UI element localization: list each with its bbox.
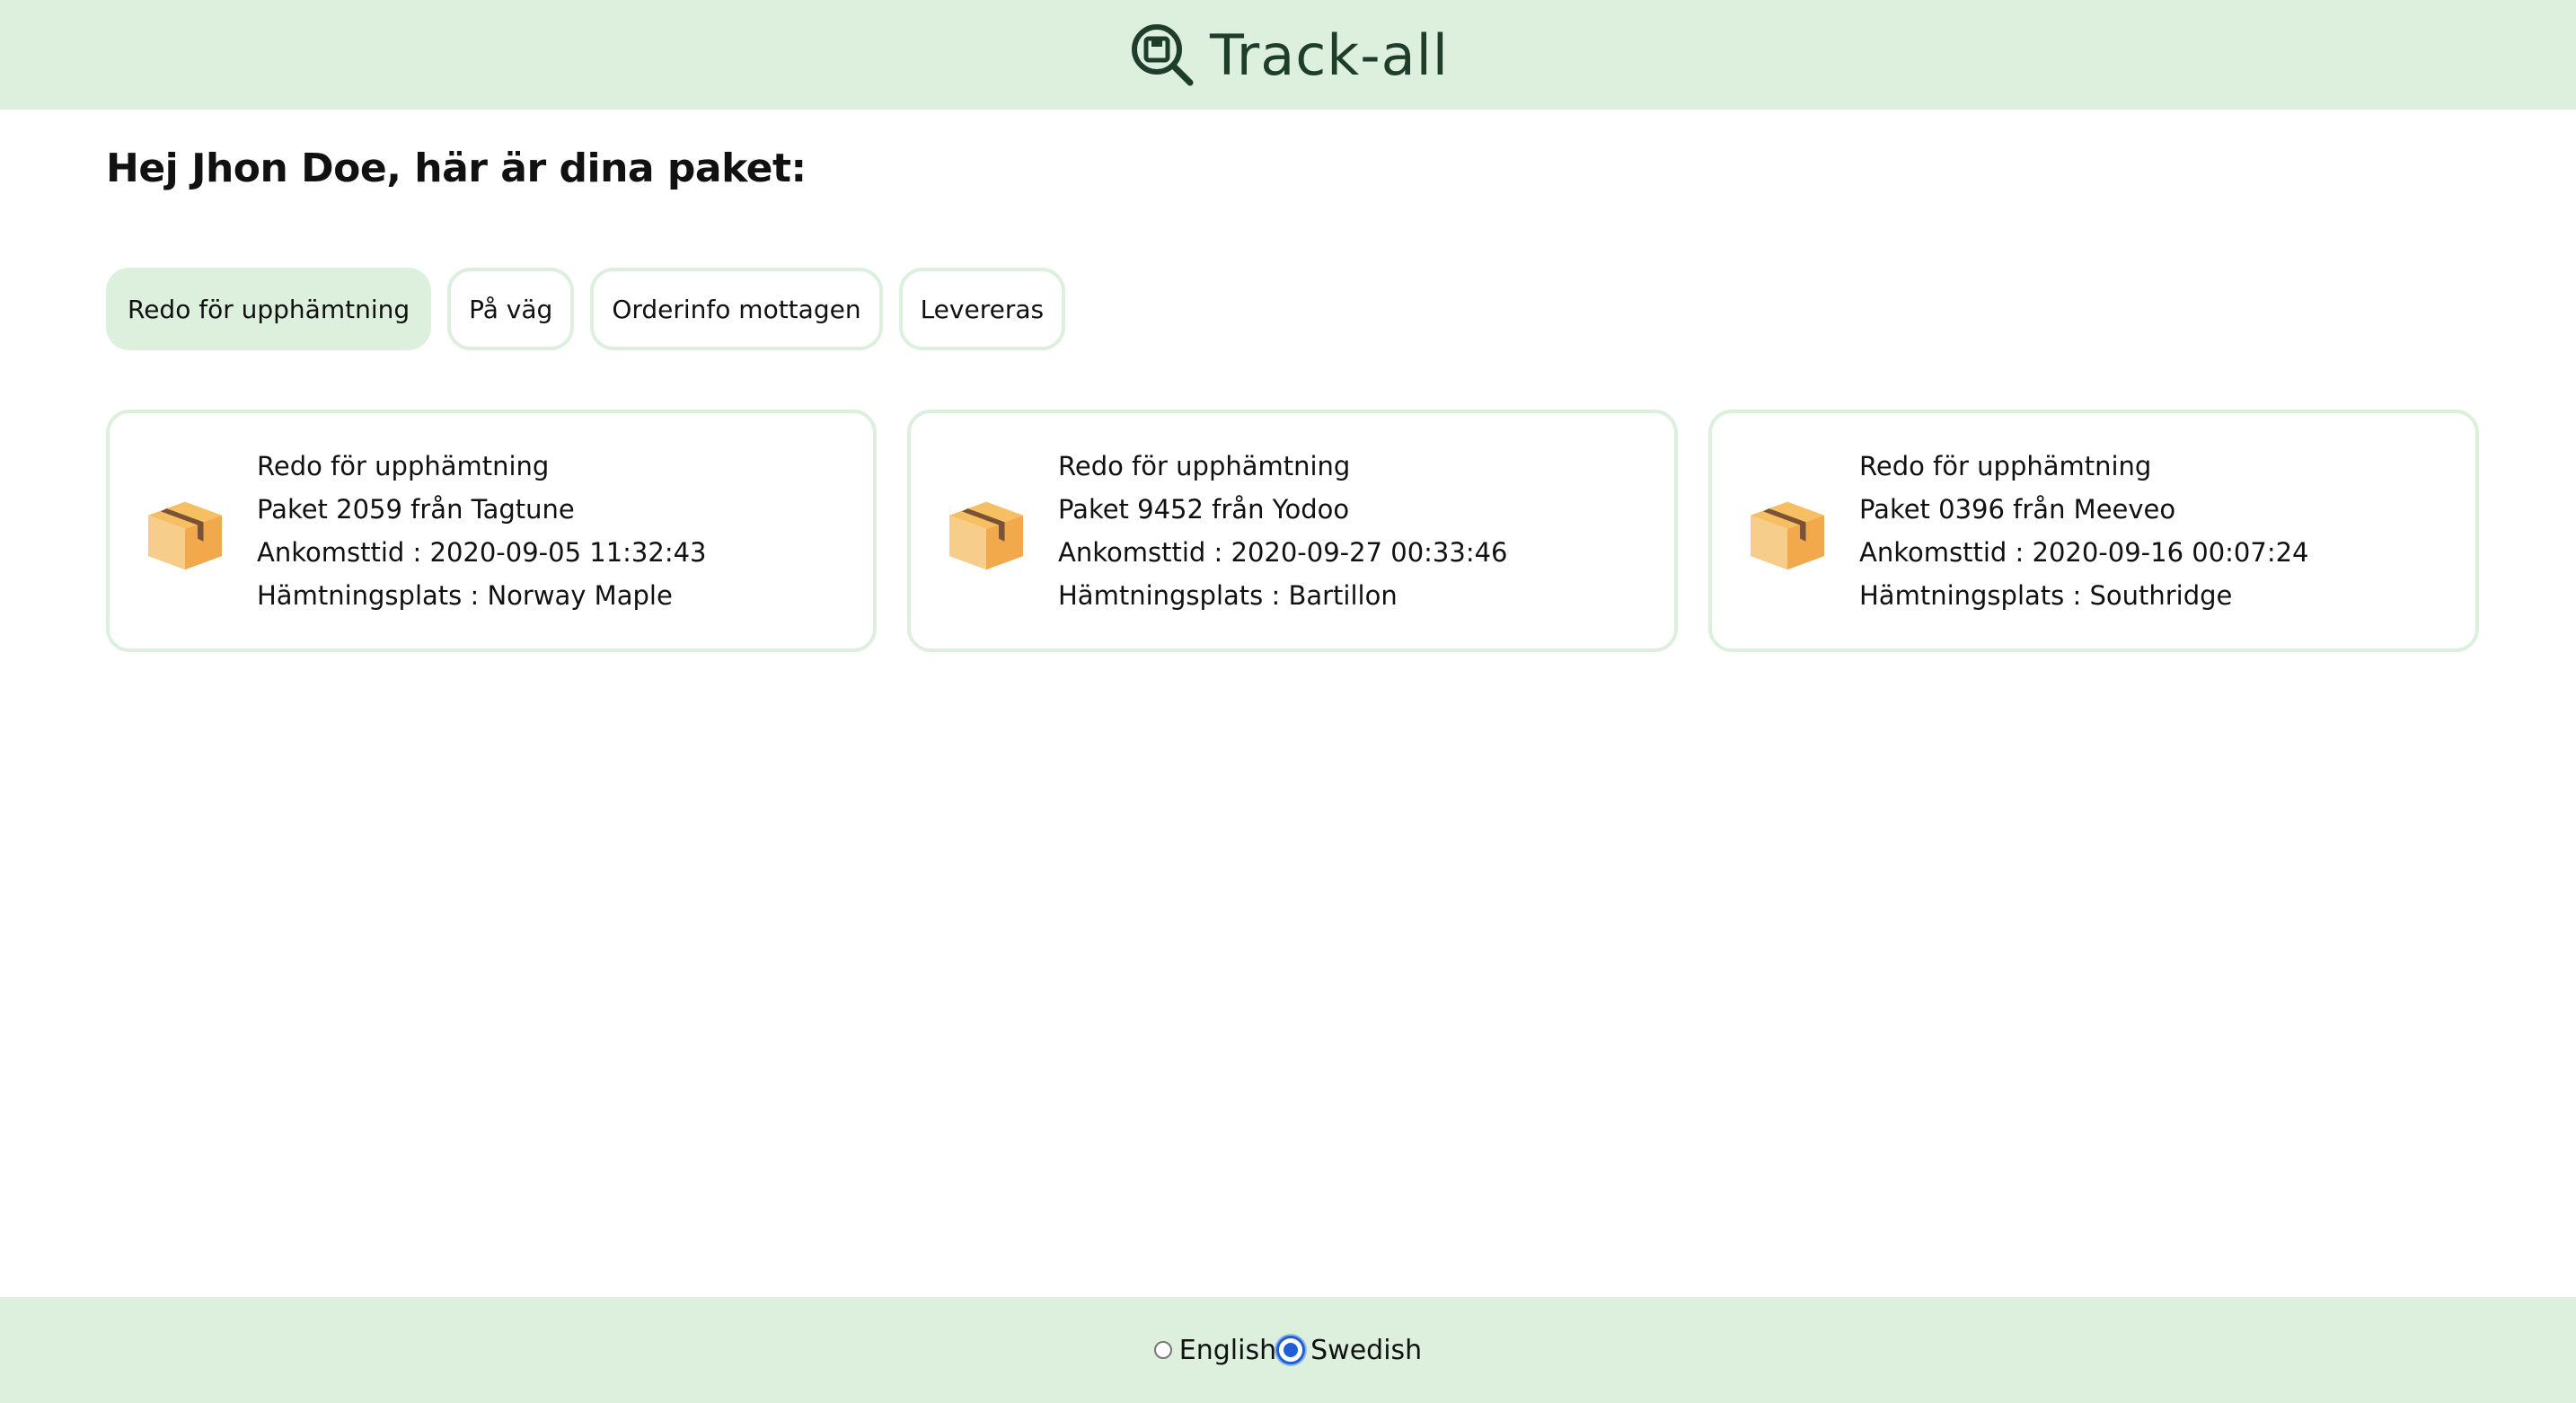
- language-selector: English Swedish: [1153, 1334, 1422, 1366]
- package-box-icon: [948, 501, 1024, 570]
- package-status: Redo för upphämtning: [1859, 450, 2152, 481]
- package-box-icon: [147, 501, 223, 570]
- tab-ready-for-pickup[interactable]: Redo för upphämtning: [106, 268, 432, 350]
- english-label: English: [1178, 1334, 1277, 1366]
- package-box-icon: [1750, 501, 1825, 570]
- swedish-radio[interactable]: [1276, 1336, 1306, 1364]
- package-list: Redo för upphämtning Paket 2059 från Tag…: [106, 410, 2479, 652]
- package-card[interactable]: Redo för upphämtning Paket 9452 från Yod…: [907, 410, 1678, 652]
- footer-bar: English Swedish: [0, 1297, 2576, 1403]
- package-status: Redo för upphämtning: [1058, 450, 1351, 481]
- language-option-english[interactable]: English: [1153, 1334, 1277, 1366]
- package-card[interactable]: Redo för upphämtning Paket 0396 från Mee…: [1708, 410, 2479, 652]
- tab-delivering[interactable]: Levereras: [898, 268, 1066, 350]
- app-title: Track-all: [1209, 22, 1450, 88]
- swedish-label: Swedish: [1310, 1334, 1423, 1366]
- package-search-icon: [1131, 24, 1194, 86]
- package-title: Paket 2059 från Tagtune: [257, 493, 575, 525]
- tab-order-info-received[interactable]: Orderinfo mottagen: [590, 268, 883, 350]
- package-title: Paket 9452 från Yodoo: [1058, 493, 1350, 525]
- tab-in-transit[interactable]: På väg: [447, 268, 575, 350]
- status-tabs: Redo för upphämtning På väg Orderinfo mo…: [106, 268, 1066, 350]
- brand[interactable]: Track-all: [1127, 20, 1449, 90]
- greeting-heading: Hej Jhon Doe, här är dina paket:: [106, 146, 807, 191]
- package-arrival: Ankomsttid : 2020-09-27 00:33:46: [1058, 536, 1508, 568]
- header-bar: Track-all: [0, 0, 2576, 110]
- english-radio[interactable]: [1153, 1341, 1172, 1359]
- package-card[interactable]: Redo för upphämtning Paket 2059 från Tag…: [106, 410, 877, 652]
- package-status: Redo för upphämtning: [257, 450, 550, 481]
- package-pickup-location: Hämtningsplats : Bartillon: [1058, 579, 1398, 611]
- package-arrival: Ankomsttid : 2020-09-05 11:32:43: [257, 536, 707, 568]
- language-option-swedish[interactable]: Swedish: [1276, 1335, 1422, 1366]
- package-pickup-location: Hämtningsplats : Norway Maple: [257, 579, 673, 611]
- package-arrival: Ankomsttid : 2020-09-16 00:07:24: [1859, 536, 2309, 568]
- package-title: Paket 0396 från Meeveo: [1859, 493, 2176, 525]
- package-pickup-location: Hämtningsplats : Southridge: [1859, 579, 2233, 611]
